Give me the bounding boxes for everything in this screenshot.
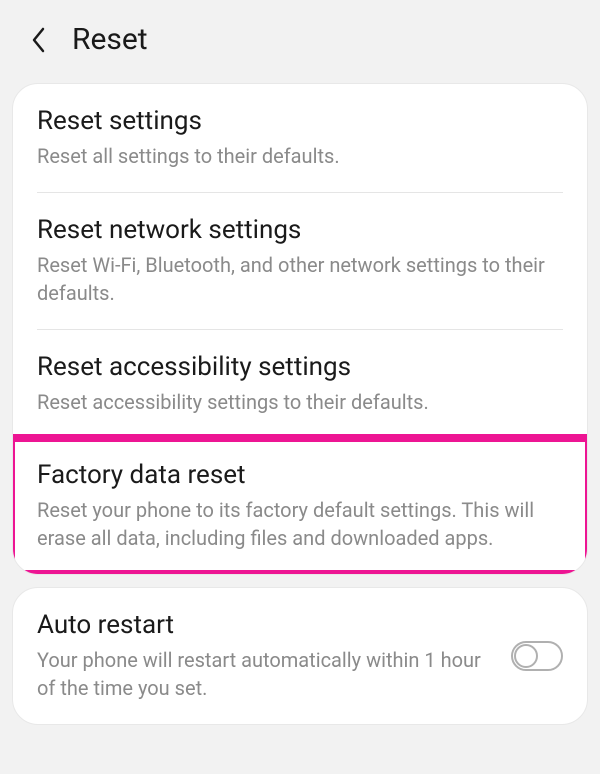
auto-restart-item[interactable]: Auto restart Your phone will restart aut… — [13, 588, 587, 724]
item-desc: Reset all settings to their defaults. — [37, 142, 563, 170]
item-desc: Reset your phone to its factory default … — [37, 496, 563, 552]
back-icon[interactable] — [28, 26, 48, 54]
auto-restart-toggle[interactable] — [511, 641, 563, 671]
reset-options-card: Reset settings Reset all settings to the… — [12, 83, 588, 575]
item-title: Auto restart — [37, 610, 495, 640]
reset-settings-item[interactable]: Reset settings Reset all settings to the… — [13, 84, 587, 192]
reset-accessibility-settings-item[interactable]: Reset accessibility settings Reset acces… — [13, 330, 587, 438]
item-title: Reset settings — [37, 106, 563, 136]
item-desc: Reset accessibility settings to their de… — [37, 388, 563, 416]
item-desc: Your phone will restart automatically wi… — [37, 646, 495, 702]
auto-restart-card: Auto restart Your phone will restart aut… — [12, 587, 588, 725]
page-header: Reset — [0, 0, 600, 75]
factory-data-reset-highlight: Factory data reset Reset your phone to i… — [13, 438, 587, 574]
item-desc: Reset Wi-Fi, Bluetooth, and other networ… — [37, 251, 563, 307]
item-title: Reset accessibility settings — [37, 352, 563, 382]
item-title: Factory data reset — [37, 460, 563, 490]
page-title: Reset — [72, 22, 148, 57]
reset-network-settings-item[interactable]: Reset network settings Reset Wi-Fi, Blue… — [13, 193, 587, 329]
item-title: Reset network settings — [37, 215, 563, 245]
toggle-knob — [514, 644, 538, 668]
toggle-content: Auto restart Your phone will restart aut… — [37, 610, 511, 702]
factory-data-reset-item[interactable]: Factory data reset Reset your phone to i… — [13, 438, 587, 574]
